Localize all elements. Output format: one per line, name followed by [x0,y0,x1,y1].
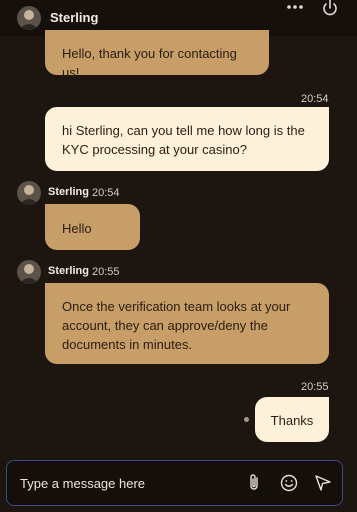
agent-message: Hello, thank you for contacting us! [45,30,269,80]
avatar [17,6,41,30]
power-icon[interactable] [321,0,339,16]
avatar [17,181,41,205]
message-timestamp: 20:54 [92,187,120,199]
sender-name: Sterling [48,186,89,198]
smiley-icon[interactable] [279,473,299,493]
user-message: hi Sterling, can you tell me how long is… [45,107,329,171]
message-composer [6,460,343,506]
message-timestamp: 20:54 [301,93,329,105]
message-input[interactable] [20,473,230,493]
message-timestamp: 20:55 [301,381,329,393]
message-text: Hello, thank you for contacting us! [62,46,237,80]
agent-name: Sterling [50,10,99,25]
agent-message: Hello [45,204,140,250]
more-horizontal-icon[interactable] [285,2,307,14]
avatar [17,260,41,284]
chat-window: Sterling Hello, thank you for contacting… [0,0,357,512]
message-text: Once the verification team looks at your… [62,299,291,352]
sender-name: Sterling [48,265,89,277]
read-status-dot [244,417,249,422]
send-icon[interactable] [313,473,333,493]
paperclip-icon[interactable] [244,473,264,493]
agent-message: Once the verification team looks at your… [45,283,329,364]
message-text: Hello [62,221,92,236]
user-message: Thanks [255,397,329,442]
message-text: Thanks [270,413,314,428]
message-text: hi Sterling, can you tell me how long is… [62,123,305,157]
message-timestamp: 20:55 [92,266,120,278]
